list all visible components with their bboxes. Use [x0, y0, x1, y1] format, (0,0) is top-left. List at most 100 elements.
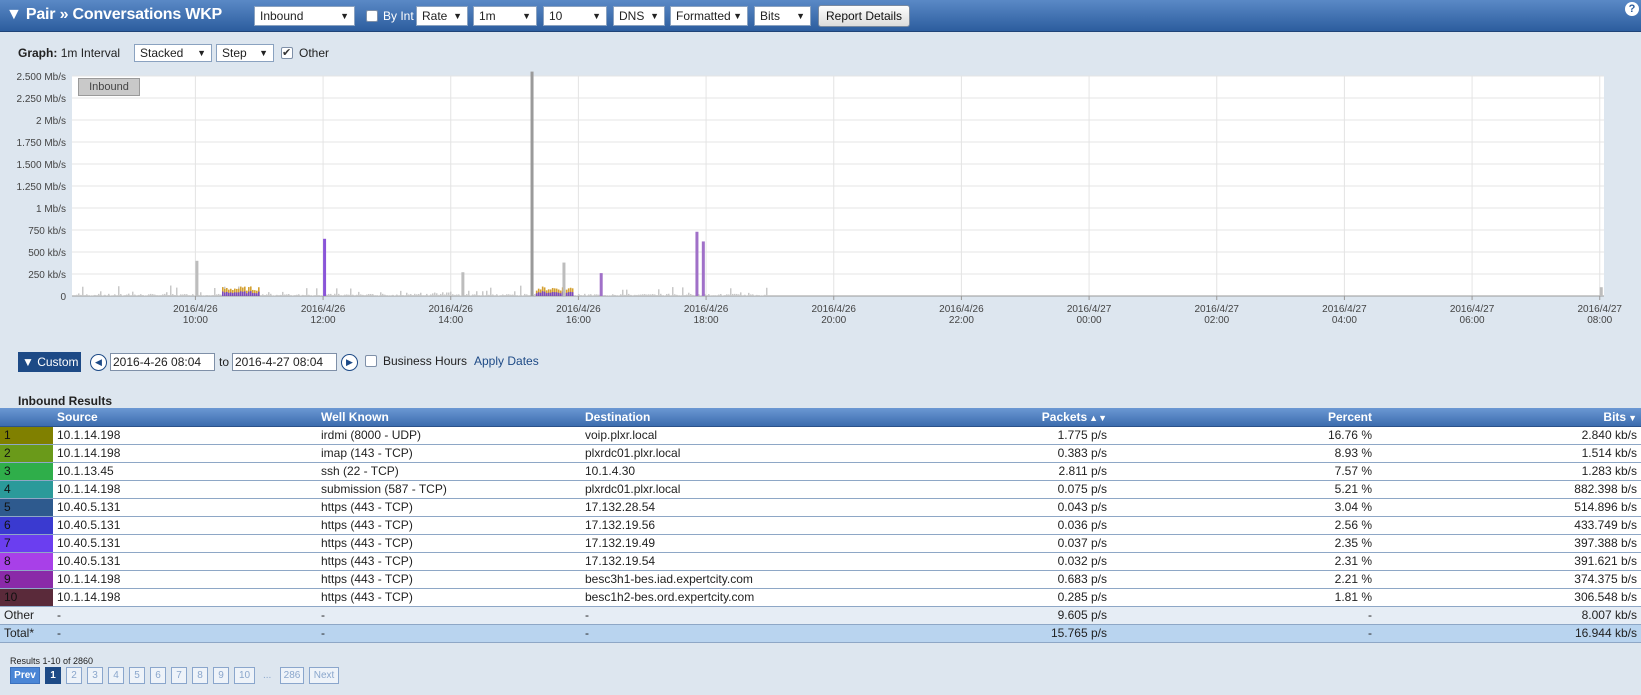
table-row[interactable]: 10 10.1.14.198 https (443 - TCP) besc1h2-be… — [0, 588, 1641, 607]
page-button-3[interactable]: 3 — [87, 667, 103, 684]
noise-bar — [740, 292, 742, 296]
noise-bar — [108, 293, 110, 296]
cell-destination[interactable]: plxrdc01.plxr.local — [581, 444, 881, 463]
cell-source[interactable]: 10.1.14.198 — [53, 444, 317, 463]
start-date-input[interactable]: 2016-4-26 08:04 — [110, 353, 215, 371]
cell-source[interactable]: 10.40.5.131 — [53, 516, 317, 535]
page-button-10[interactable]: 10 — [234, 667, 255, 684]
end-date-input[interactable]: 2016-4-27 08:04 — [232, 353, 337, 371]
cell-well-known: https (443 - TCP) — [317, 516, 581, 535]
noise-bar — [334, 293, 336, 296]
apply-dates-link[interactable]: Apply Dates — [474, 354, 539, 368]
page-button-4[interactable]: 4 — [108, 667, 124, 684]
cell-destination[interactable]: 10.1.4.30 — [581, 462, 881, 481]
cell-destination[interactable]: plxrdc01.plxr.local — [581, 480, 881, 499]
table-row[interactable]: 5 10.40.5.131 https (443 - TCP) 17.132.28.5… — [0, 498, 1641, 517]
table-row[interactable]: 9 10.1.14.198 https (443 - TCP) besc3h1-bes… — [0, 570, 1641, 589]
page-button-5[interactable]: 5 — [129, 667, 145, 684]
activity-bar-lower — [246, 293, 248, 296]
destination-header[interactable]: Destination — [581, 408, 881, 427]
by-int-checkbox[interactable] — [366, 10, 378, 22]
cell-well-known: ssh (22 - TCP) — [317, 462, 581, 481]
next-period-icon[interactable]: ▶ — [341, 354, 358, 371]
cell-destination[interactable]: voip.plxr.local — [581, 426, 881, 445]
business-hours-checkbox[interactable] — [365, 355, 377, 367]
activity-bar-lower — [535, 293, 538, 296]
noise-bar — [654, 294, 656, 296]
table-row[interactable]: 8 10.40.5.131 https (443 - TCP) 17.132.19.5… — [0, 552, 1641, 571]
help-icon[interactable]: ? — [1625, 2, 1639, 16]
cell-destination[interactable]: 17.132.19.54 — [581, 552, 881, 571]
cell-packets: 0.037 p/s — [881, 534, 1111, 553]
total-cell-packets: 15.765 p/s — [881, 624, 1111, 643]
noise-bar — [368, 293, 370, 296]
cell-destination[interactable]: 17.132.28.54 — [581, 498, 881, 517]
report-details-button[interactable]: Report Details — [818, 5, 910, 27]
table-row[interactable]: 6 10.40.5.131 https (443 - TCP) 17.132.19.5… — [0, 516, 1641, 535]
noise-bar — [82, 286, 84, 296]
cell-source[interactable]: 10.1.14.198 — [53, 480, 317, 499]
noise-bar — [734, 293, 736, 296]
cell-source[interactable]: 10.1.14.198 — [53, 588, 317, 607]
page-button-1[interactable]: 1 — [45, 667, 61, 684]
page-button-6[interactable]: 6 — [150, 667, 166, 684]
page-button-7[interactable]: 7 — [171, 667, 187, 684]
rate-select[interactable]: Rate ▼ — [416, 6, 468, 26]
noise-bar — [358, 291, 360, 296]
other-checkbox[interactable] — [281, 46, 293, 59]
custom-range-button[interactable]: ▼ Custom — [18, 352, 81, 372]
packets-header[interactable]: Packets ▲▼ — [881, 408, 1111, 427]
units-select[interactable]: Bits ▼ — [754, 6, 811, 26]
y-tick-label: 1.500 Mb/s — [17, 160, 66, 171]
graph-style-select[interactable]: Step ▼ — [216, 44, 274, 62]
page-button-2[interactable]: 2 — [66, 667, 82, 684]
cell-source[interactable]: 10.1.14.198 — [53, 570, 317, 589]
other-label: Other — [299, 46, 330, 60]
cell-well-known: https (443 - TCP) — [317, 498, 581, 517]
cell-bits: 374.375 b/s — [1376, 570, 1641, 589]
table-row[interactable]: 7 10.40.5.131 https (443 - TCP) 17.132.19.4… — [0, 534, 1641, 553]
cell-well-known: https (443 - TCP) — [317, 570, 581, 589]
cell-destination[interactable]: besc1h2-bes.ord.expertcity.com — [581, 588, 881, 607]
table-row[interactable]: 2 10.1.14.198 imap (143 - TCP) plxrdc01.plx… — [0, 444, 1641, 463]
page-button-8[interactable]: 8 — [192, 667, 208, 684]
cell-source[interactable]: 10.40.5.131 — [53, 552, 317, 571]
format-select[interactable]: Formatted ▼ — [670, 6, 748, 26]
page-button-9[interactable]: 9 — [213, 667, 229, 684]
graph-mode-select[interactable]: Stacked ▼ — [134, 44, 212, 62]
cell-destination[interactable]: besc3h1-bes.iad.expertcity.com — [581, 570, 881, 589]
page-title[interactable]: ▼ Pair » Conversations WKP — [6, 6, 222, 24]
next-page-button[interactable]: Next — [309, 667, 339, 684]
noise-bar — [350, 288, 352, 296]
bits-header[interactable]: Bits ▼ — [1376, 408, 1641, 427]
noise-bar — [94, 294, 96, 296]
prev-period-icon[interactable]: ◀ — [90, 354, 107, 371]
noise-bar — [262, 294, 264, 296]
spike-bar — [1599, 287, 1603, 296]
source-header[interactable]: Source — [53, 408, 317, 427]
interval-select[interactable]: 1m ▼ — [473, 6, 537, 26]
noise-bar — [630, 294, 632, 296]
cell-source[interactable]: 10.40.5.131 — [53, 498, 317, 517]
dns-select[interactable]: DNS ▼ — [613, 6, 665, 26]
cell-destination[interactable]: 17.132.19.49 — [581, 534, 881, 553]
noise-bar — [690, 294, 692, 296]
cell-source[interactable]: 10.1.14.198 — [53, 426, 317, 445]
noise-bar — [604, 295, 606, 296]
table-row[interactable]: 4 10.1.14.198 submission (587 - TCP) plxrdc… — [0, 480, 1641, 499]
noise-bar — [290, 295, 292, 296]
percent-header[interactable]: Percent — [1111, 408, 1376, 427]
table-row[interactable]: 3 10.1.13.45 ssh (22 - TCP) 10.1.4.30 2.811 … — [0, 462, 1641, 481]
cell-source[interactable]: 10.1.13.45 — [53, 462, 317, 481]
table-row[interactable]: 1 10.1.14.198 irdmi (8000 - UDP) voip.plxr.… — [0, 426, 1641, 445]
top-n-select[interactable]: 10 ▼ — [543, 6, 607, 26]
prev-page-button[interactable]: Prev — [10, 667, 40, 684]
direction-select[interactable]: Inbound ▼ — [254, 6, 355, 26]
activity-bar-lower — [222, 291, 224, 296]
page-button-last[interactable]: 286 — [280, 667, 304, 684]
well-known-header[interactable]: Well Known — [317, 408, 581, 427]
chevron-down-icon: ▼ — [340, 11, 349, 21]
legend-inbound[interactable]: Inbound — [78, 78, 140, 96]
cell-source[interactable]: 10.40.5.131 — [53, 534, 317, 553]
cell-destination[interactable]: 17.132.19.56 — [581, 516, 881, 535]
